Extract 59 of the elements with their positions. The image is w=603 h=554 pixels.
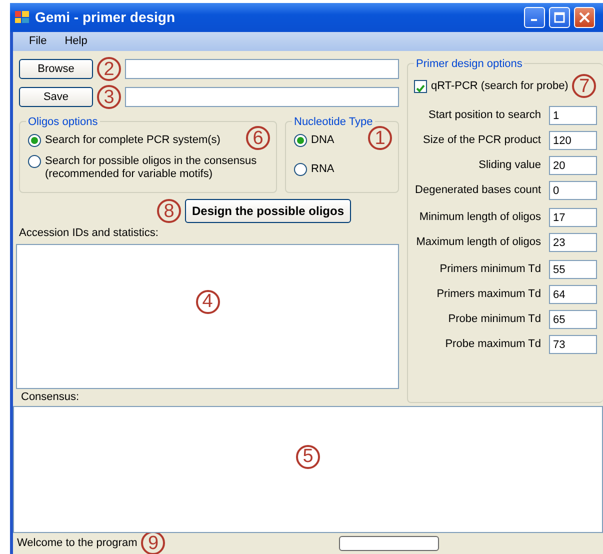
radio-button[interactable] bbox=[28, 155, 41, 168]
path-field[interactable] bbox=[125, 87, 399, 107]
field-label: Minimum length of oligos bbox=[419, 210, 541, 226]
field-label: Primers minimum Td bbox=[440, 262, 541, 278]
path-field[interactable] bbox=[125, 59, 399, 79]
number-field[interactable]: 1 bbox=[549, 106, 597, 125]
callout-number: 1 bbox=[368, 126, 392, 150]
callout-number: 5 bbox=[296, 444, 320, 469]
number-field[interactable]: 0 bbox=[549, 181, 597, 200]
section-label: Accession IDs and statistics: bbox=[19, 227, 158, 239]
radio-label: Search for possible oligos in the consensus (recommended for variable motifs) bbox=[45, 155, 257, 181]
text-area[interactable]: 5 bbox=[13, 406, 603, 533]
callout-number: 7 bbox=[572, 74, 596, 98]
radio-button[interactable] bbox=[294, 163, 307, 176]
number-field[interactable]: 120 bbox=[549, 131, 597, 150]
radio-label: DNA bbox=[311, 134, 334, 147]
callout-number: 4 bbox=[196, 290, 220, 314]
field-label: Maximum length of oligos bbox=[416, 235, 541, 250]
window-title: Gemi - primer design bbox=[35, 8, 176, 27]
group-title: Oligos options bbox=[26, 114, 100, 130]
number-field[interactable]: 64 bbox=[549, 285, 597, 304]
number-field[interactable]: 23 bbox=[549, 233, 597, 252]
field-label: Size of the PCR product bbox=[422, 133, 541, 148]
file-button[interactable]: Save bbox=[19, 86, 93, 108]
callout-number: 6 bbox=[246, 126, 270, 150]
status-text: Welcome to the program bbox=[17, 536, 138, 552]
design-button[interactable]: Design the possible oligos bbox=[184, 199, 352, 223]
section-label: Consensus: bbox=[21, 390, 80, 403]
menu-item[interactable]: File bbox=[29, 33, 47, 50]
radio-label: Search for complete PCR system(s) bbox=[45, 134, 220, 147]
callout-number: 2 bbox=[97, 57, 121, 81]
group-title: Nucleotide Type bbox=[292, 114, 375, 130]
radio-label: RNA bbox=[311, 163, 334, 176]
text-area[interactable]: 4 bbox=[16, 244, 399, 389]
callout-number: 3 bbox=[97, 85, 121, 109]
field-label: Start position to search bbox=[428, 108, 541, 124]
callout-number: 8 bbox=[156, 199, 181, 223]
number-field[interactable]: 73 bbox=[549, 335, 597, 354]
number-field[interactable]: 65 bbox=[549, 310, 597, 329]
radio-button[interactable] bbox=[28, 134, 41, 147]
field-label: Degenerated bases count bbox=[415, 183, 541, 198]
radio-button[interactable] bbox=[294, 134, 307, 147]
callout-number: 9 bbox=[141, 531, 166, 554]
field-label: Probe minimum Td bbox=[448, 312, 541, 328]
number-field[interactable]: 17 bbox=[549, 208, 597, 227]
group-title: Primer design options bbox=[414, 56, 524, 72]
menu-item[interactable]: Help bbox=[64, 33, 88, 50]
close-icon[interactable] bbox=[574, 6, 595, 28]
number-field[interactable]: 55 bbox=[549, 260, 597, 279]
checkbox-label: qRT-PCR (search for probe) bbox=[431, 78, 568, 94]
maximize-icon[interactable] bbox=[549, 6, 570, 28]
minimize-icon[interactable] bbox=[524, 6, 545, 28]
field-label: Sliding value bbox=[478, 158, 541, 174]
field-label: Primers maximum Td bbox=[436, 287, 541, 302]
checkbox[interactable] bbox=[414, 80, 427, 92]
file-button[interactable]: Browse bbox=[19, 58, 93, 80]
field-label: Probe maximum Td bbox=[445, 337, 541, 352]
number-field[interactable]: 20 bbox=[549, 156, 597, 175]
app-icon bbox=[14, 9, 30, 26]
